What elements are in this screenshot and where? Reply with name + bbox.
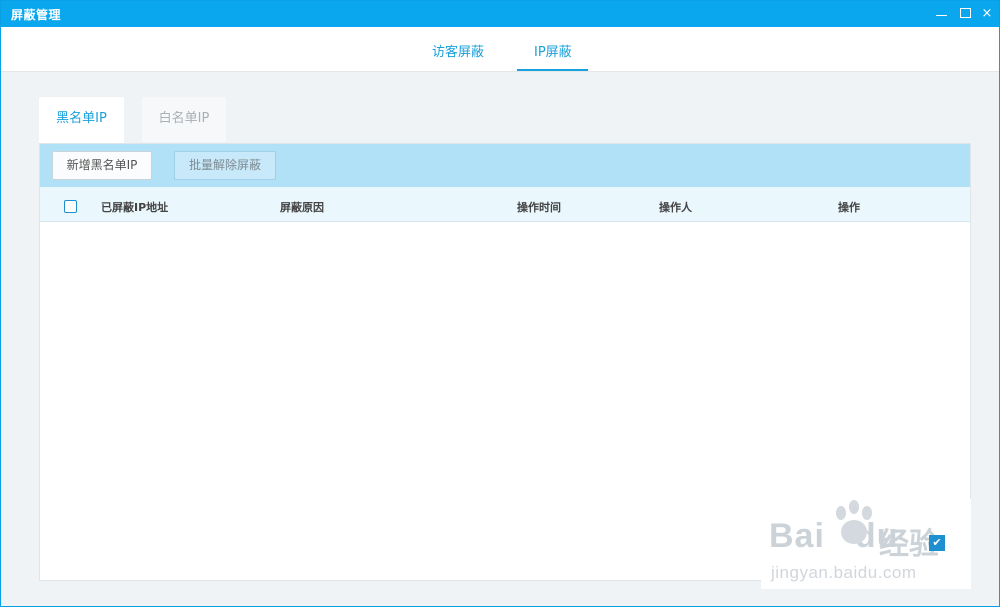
baidu-jingyan-watermark: Bai du 经验 ✔ jingyan.baidu.com <box>761 499 971 589</box>
table-header: 已屏蔽IP地址 屏蔽原因 操作时间 操作人 操作 <box>40 187 970 222</box>
watermark-badge-icon: ✔ <box>929 535 945 551</box>
minimize-button[interactable] <box>932 5 950 23</box>
close-button[interactable]: × <box>978 5 996 23</box>
column-header-action: 操作 <box>838 201 860 214</box>
title-bar[interactable]: 屏蔽管理 × <box>1 1 999 27</box>
column-header-time: 操作时间 <box>517 201 561 214</box>
paw-icon <box>836 500 872 544</box>
close-icon: × <box>981 6 993 21</box>
column-header-operator: 操作人 <box>659 201 692 214</box>
tab-whitelist-ip[interactable]: 白名单IP <box>142 97 226 142</box>
maximize-button[interactable] <box>956 5 974 23</box>
top-tab-bar: 访客屏蔽 IP屏蔽 <box>1 27 999 72</box>
window-title: 屏蔽管理 <box>11 8 62 22</box>
active-tab-indicator <box>517 69 588 71</box>
tab-visitor-block[interactable]: 访客屏蔽 <box>432 41 484 60</box>
toolbar: 新增黑名单IP 批量解除屏蔽 <box>40 144 970 187</box>
maximize-icon <box>959 7 971 18</box>
minimize-icon <box>935 14 947 17</box>
column-header-ip: 已屏蔽IP地址 <box>101 201 169 214</box>
select-all-checkbox[interactable] <box>64 200 77 213</box>
tab-blacklist-ip[interactable]: 黑名单IP <box>39 97 124 143</box>
watermark-url: jingyan.baidu.com <box>771 563 917 582</box>
add-blacklist-ip-button[interactable]: 新增黑名单IP <box>52 151 152 180</box>
tab-ip-block[interactable]: IP屏蔽 <box>534 41 572 60</box>
app-window: 屏蔽管理 × 访客屏蔽 IP屏蔽 黑名单IP 白名单IP 新增黑名单IP 批量解… <box>0 0 1000 607</box>
batch-unblock-button[interactable]: 批量解除屏蔽 <box>174 151 276 180</box>
column-header-reason: 屏蔽原因 <box>280 201 324 214</box>
